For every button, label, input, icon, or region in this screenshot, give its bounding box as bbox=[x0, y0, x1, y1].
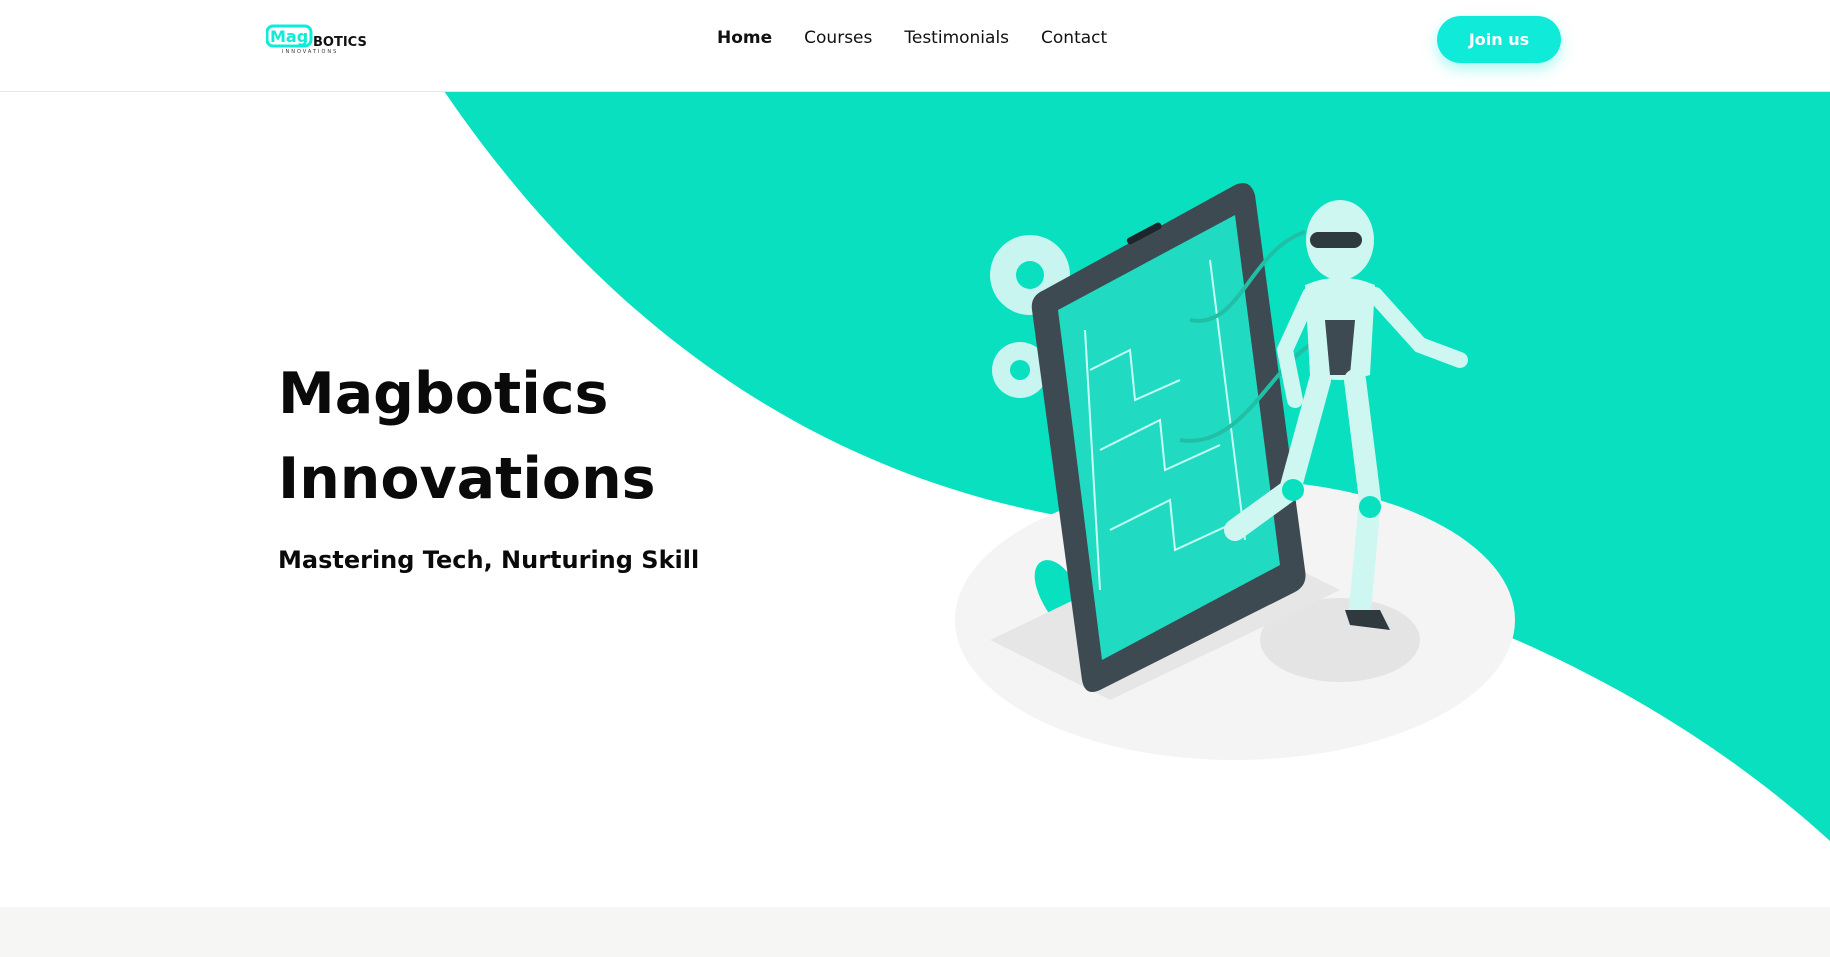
logo-rest-text: BOTICS bbox=[313, 35, 366, 50]
nav-link-contact[interactable]: Contact bbox=[1041, 28, 1107, 48]
hero-title-line-1: Magbotics bbox=[278, 361, 609, 427]
main-nav: Home Courses Testimonials Contact bbox=[717, 28, 1107, 48]
robot-phone-illustration bbox=[955, 182, 1515, 760]
hero-title-line-2: Innovations bbox=[278, 446, 656, 512]
hero-title: Magbotics Innovations bbox=[278, 352, 738, 522]
nav-link-home[interactable]: Home bbox=[717, 28, 772, 48]
logo-main-text: Mag bbox=[270, 27, 308, 46]
brand-logo[interactable]: Mag BOTICS INNOVATIONS bbox=[266, 24, 366, 58]
hero-wave-background bbox=[444, 91, 1830, 841]
next-section-band bbox=[0, 907, 1830, 957]
hero-subtitle: Mastering Tech, Nurturing Skill bbox=[278, 546, 700, 574]
nav-link-testimonials[interactable]: Testimonials bbox=[904, 28, 1009, 48]
nav-link-courses[interactable]: Courses bbox=[804, 28, 872, 48]
join-us-button[interactable]: Join us bbox=[1437, 16, 1561, 63]
hero-text: Magbotics Innovations Mastering Tech, Nu… bbox=[278, 352, 738, 574]
logo-tagline: INNOVATIONS bbox=[282, 49, 339, 55]
navbar: Mag BOTICS INNOVATIONS Home Courses Test… bbox=[0, 0, 1830, 92]
